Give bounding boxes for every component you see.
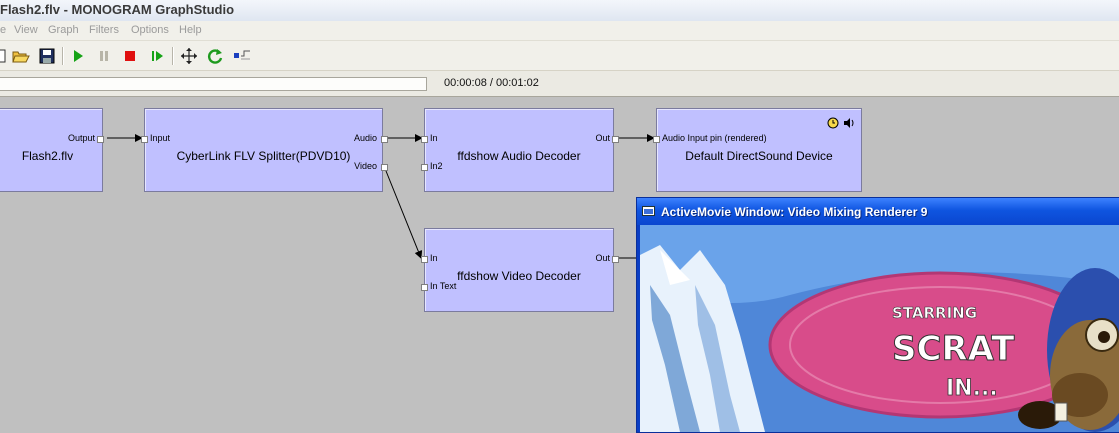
pin-label: In [430, 133, 438, 143]
video-window-title: ActiveMovie Window: Video Mixing Rendere… [661, 205, 928, 219]
input-pin-2[interactable] [421, 164, 428, 171]
play-icon[interactable] [68, 46, 88, 66]
output-pin[interactable] [97, 136, 104, 143]
video-window-title-bar[interactable]: ActiveMovie Window: Video Mixing Rendere… [637, 198, 1119, 225]
video-window[interactable]: ActiveMovie Window: Video Mixing Rendere… [636, 197, 1119, 433]
title-bar: Flash2.flv - MONOGRAM GraphStudio [0, 0, 1119, 22]
video-text-in: IN... [946, 376, 998, 401]
filter-splitter[interactable]: CyberLink FLV Splitter(PDVD10) Input Aud… [141, 108, 388, 192]
pin-label: Audio [353, 133, 377, 143]
input-pin-text[interactable] [421, 284, 428, 291]
seek-icon[interactable] [232, 46, 252, 66]
filter-name: Default DirectSound Device [685, 149, 833, 163]
arrange-icon[interactable] [179, 46, 199, 66]
video-frame: STARRING SCRAT IN... [640, 225, 1119, 432]
pin-label: Video [354, 161, 377, 171]
output-pin-video[interactable] [381, 164, 388, 171]
pause-icon[interactable] [94, 46, 114, 66]
input-pin[interactable] [141, 136, 148, 143]
speaker-icon [843, 114, 855, 133]
filter-name: Flash2.flv [21, 149, 74, 163]
output-pin[interactable] [612, 136, 619, 143]
filter-audio-renderer[interactable]: Default DirectSound Device Audio Input p… [653, 108, 862, 192]
input-pin[interactable] [421, 256, 428, 263]
toolbar-separator [172, 47, 174, 65]
filter-audio-decoder[interactable]: ffdshow Audio Decoder In In2 Out [421, 108, 619, 192]
toolbar-separator [62, 47, 64, 65]
filter-source[interactable]: Flash2.flv Output [0, 108, 104, 192]
time-display: 00:00:08 / 00:01:02 [444, 77, 539, 89]
toolbar [0, 41, 1119, 71]
menu-file[interactable]: e [0, 24, 6, 36]
menu-help[interactable]: Help [179, 24, 202, 36]
pin-label: Input [150, 133, 171, 143]
pin-label: In2 [430, 161, 443, 171]
filter-name: ffdshow Audio Decoder [457, 149, 581, 163]
pin-label: Audio Input pin (rendered) [662, 133, 767, 143]
frame-step-icon[interactable] [147, 46, 167, 66]
pin-label: Out [595, 253, 610, 263]
menu-filters[interactable]: Filters [89, 24, 119, 36]
seek-bar[interactable] [0, 77, 427, 91]
menu-options[interactable]: Options [131, 24, 169, 36]
refresh-icon[interactable] [205, 46, 225, 66]
video-text-starring: STARRING [892, 304, 977, 322]
filter-name: CyberLink FLV Splitter(PDVD10) [176, 149, 351, 163]
stop-icon[interactable] [120, 46, 140, 66]
pin-label: In [430, 253, 438, 263]
save-icon[interactable] [37, 46, 57, 66]
clock-icon [827, 114, 839, 133]
new-icon[interactable] [0, 46, 10, 66]
pin-label: In Text [430, 281, 457, 291]
seek-row: 00:00:08 / 00:01:02 [0, 71, 1119, 97]
menu-view[interactable]: View [14, 24, 38, 36]
output-pin-audio[interactable] [381, 136, 388, 143]
window-title: Flash2.flv - MONOGRAM GraphStudio [0, 2, 235, 17]
output-pin[interactable] [612, 256, 619, 263]
pin-label: Output [67, 133, 95, 143]
filter-video-decoder[interactable]: ffdshow Video Decoder In In Text Out [421, 228, 619, 312]
window-icon [642, 206, 655, 216]
menu-bar: e View Graph Filters Options Help [0, 21, 1119, 41]
open-folder-icon[interactable] [11, 46, 31, 66]
menu-graph[interactable]: Graph [48, 24, 79, 36]
pin-label: Out [595, 133, 610, 143]
input-pin[interactable] [421, 136, 428, 143]
video-scene: STARRING SCRAT IN... [640, 225, 1119, 432]
video-text-scrat: SCRAT [892, 329, 1015, 369]
connection-splitter-video [383, 165, 423, 259]
input-pin[interactable] [653, 136, 660, 143]
